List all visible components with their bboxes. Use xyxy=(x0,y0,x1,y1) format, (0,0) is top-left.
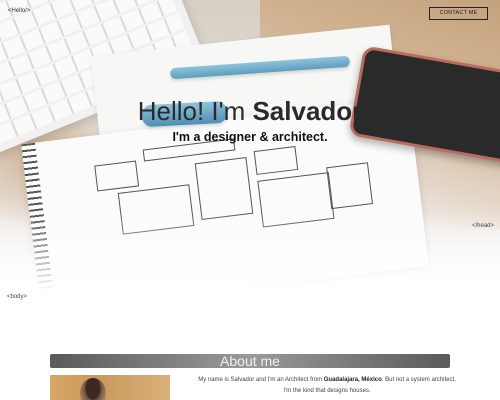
hero-section xyxy=(0,0,500,292)
about-location: Guadalajara, México xyxy=(323,377,382,383)
hero-fade xyxy=(0,212,500,292)
hero-tagline: I'm a designer & architect. xyxy=(172,130,328,144)
about-title: About me xyxy=(220,353,280,369)
greeting-prefix: Hello! I'm xyxy=(137,96,253,126)
about-description: My name is Salvador and I'm an Architect… xyxy=(196,375,458,397)
hero-greeting: Hello! I'm Salvador xyxy=(0,96,500,127)
site-logo[interactable]: <Hello/> xyxy=(8,8,30,14)
head-close-tag: </head> xyxy=(472,223,495,229)
profile-photo xyxy=(50,375,170,400)
about-text-part1: My name is Salvador and I'm an Architect… xyxy=(198,377,324,383)
contact-me-button[interactable]: CONTACT ME xyxy=(429,7,488,20)
about-section-header: About me xyxy=(50,354,450,368)
body-open-tag: <body> xyxy=(7,294,28,300)
hero-name: Salvador xyxy=(252,96,363,126)
